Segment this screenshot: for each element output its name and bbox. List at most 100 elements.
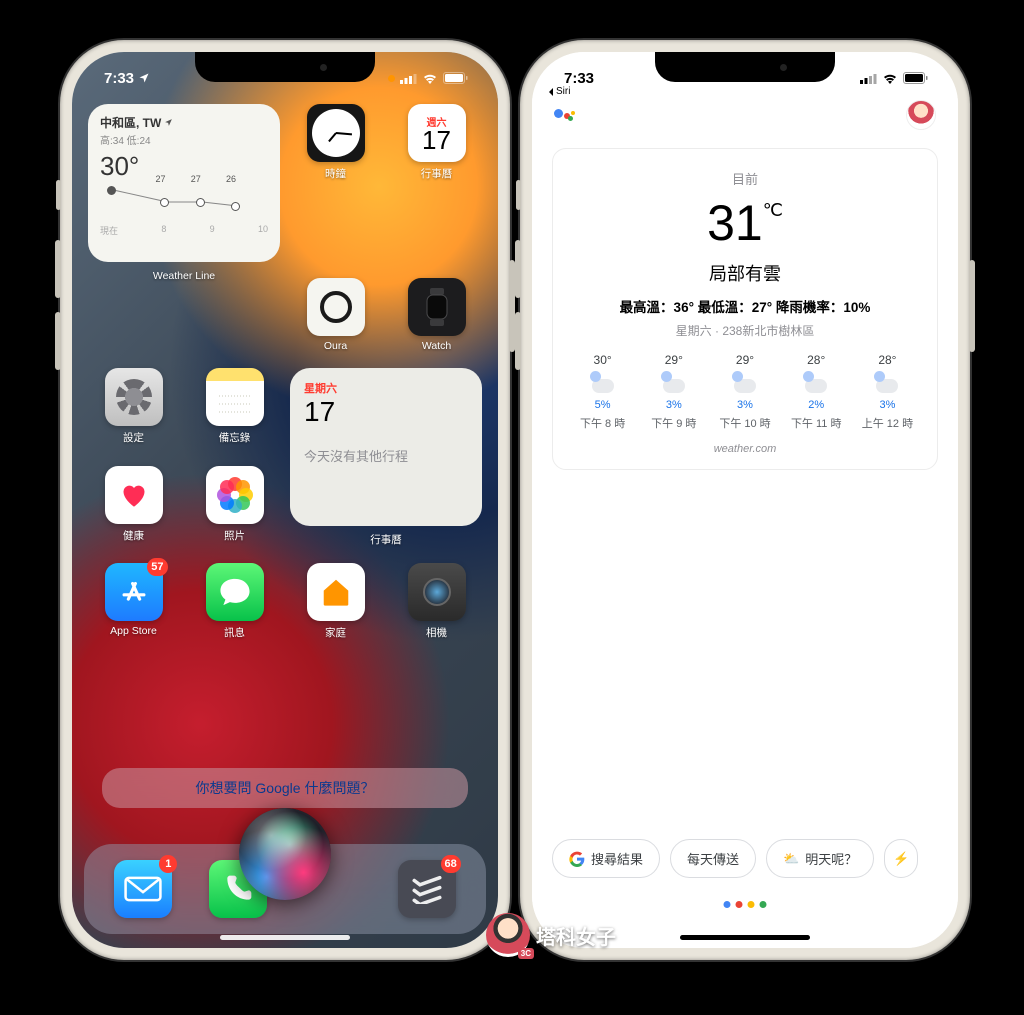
chip-label: 明天呢？ xyxy=(805,849,857,868)
chip-label: 搜尋結果 xyxy=(591,849,643,868)
battery-icon xyxy=(443,72,468,84)
cal-widget-day: 星期六 xyxy=(304,380,468,396)
app-photos[interactable]: 照片 xyxy=(189,466,280,548)
lightning-icon: ⚡ xyxy=(893,851,909,867)
notes-icon xyxy=(217,392,253,416)
battery-icon xyxy=(903,72,928,84)
profile-avatar[interactable] xyxy=(906,100,936,130)
status-time: 7:33 xyxy=(564,70,594,87)
message-icon xyxy=(217,576,253,608)
volume-up-button[interactable] xyxy=(515,240,521,298)
cal-widget-date: 17 xyxy=(304,396,468,428)
badge: 57 xyxy=(147,558,167,576)
siri-prompt[interactable]: 你想要問 Google 什麼問題？ xyxy=(102,768,468,808)
weather-chart: 27 27 26 xyxy=(100,186,268,218)
forecast-hour: 29°3%下午 10 時 xyxy=(711,353,778,431)
suggestion-chips: 搜尋結果 每天傳送 ⛅明天呢？ ⚡ xyxy=(532,839,958,878)
location-arrow-icon xyxy=(164,118,173,127)
volume-down-button[interactable] xyxy=(515,312,521,370)
wifi-icon xyxy=(882,72,898,84)
camera-lens-icon xyxy=(423,578,451,606)
google-assistant-screen: 7:33 Siri 目前 31℃ 局 xyxy=(532,52,958,948)
app-label: 健康 xyxy=(123,528,144,543)
watermark-avatar-icon xyxy=(486,913,530,957)
assistant-listening-icon[interactable] xyxy=(724,901,767,908)
clock-face-icon xyxy=(312,109,360,157)
cal-widget-empty: 今天沒有其他行程 xyxy=(304,446,468,465)
badge: 1 xyxy=(159,855,177,873)
partly-cloudy-night-icon xyxy=(588,373,618,393)
app-settings[interactable]: 設定 xyxy=(88,368,179,450)
chip-daily-send[interactable]: 每天傳送 xyxy=(670,839,756,878)
app-health[interactable]: 健康 xyxy=(88,466,179,548)
app-notes[interactable]: 備忘錄 xyxy=(189,368,280,450)
app-oura[interactable]: Oura xyxy=(290,278,381,352)
weather-source: weather.com xyxy=(569,443,921,455)
silence-switch[interactable] xyxy=(516,180,521,210)
silence-switch[interactable] xyxy=(56,180,61,210)
weather-location: 中和區, TW xyxy=(100,114,161,131)
app-watch[interactable]: Watch xyxy=(391,278,482,352)
google-icon xyxy=(569,851,585,867)
power-button[interactable] xyxy=(969,260,975,352)
app-appstore[interactable]: 57App Store xyxy=(88,563,179,640)
forecast-hour: 29°3%下午 9 時 xyxy=(640,353,707,431)
app-messages[interactable]: 訊息 xyxy=(189,563,280,640)
forecast-hour: 28°3%上午 12 時 xyxy=(854,353,921,431)
calendar-widget[interactable]: 星期六 17 今天沒有其他行程 xyxy=(290,368,482,526)
home-indicator[interactable] xyxy=(220,935,350,940)
heart-icon xyxy=(120,482,148,508)
widget-label: 行事曆 xyxy=(290,532,482,547)
wifi-icon xyxy=(422,72,438,84)
badge: 68 xyxy=(441,855,461,873)
app-label: App Store xyxy=(110,625,157,637)
app-home[interactable]: 家庭 xyxy=(290,563,381,640)
photos-flower-icon xyxy=(216,476,254,514)
location-icon xyxy=(138,72,150,84)
status-time: 7:33 xyxy=(104,70,134,87)
back-to-siri[interactable]: Siri xyxy=(548,86,570,97)
assistant-logo-icon xyxy=(554,109,573,121)
watermark-text: 塔科女子 xyxy=(536,921,616,950)
ring-icon xyxy=(320,291,352,323)
chip-more[interactable]: ⚡ xyxy=(884,839,918,878)
weather-card[interactable]: 目前 31℃ 局部有雲 最高溫：36° 最低溫：27° 降雨機率：10% 星期六… xyxy=(552,148,938,470)
app-camera[interactable]: 相機 xyxy=(391,563,482,640)
app-label: 時鐘 xyxy=(325,166,346,181)
app-label: 備忘錄 xyxy=(219,430,251,445)
app-todoist[interactable]: 68 xyxy=(398,860,456,918)
siri-orb[interactable] xyxy=(239,808,331,900)
volume-up-button[interactable] xyxy=(55,240,61,298)
notch xyxy=(655,52,835,82)
todoist-icon xyxy=(410,874,444,904)
condition: 局部有雲 xyxy=(569,260,921,286)
now-label: 目前 xyxy=(569,169,921,188)
app-calendar-small[interactable]: 週六17行事曆 xyxy=(391,104,482,262)
hourly-forecast: 30°5%下午 8 時 29°3%下午 9 時 29°3%下午 10 時 28°… xyxy=(569,353,921,431)
home-screen[interactable]: 7:33 中和區, TW 高:34 低:24 30° xyxy=(72,52,498,948)
app-mail[interactable]: 1 xyxy=(114,860,172,918)
chip-search-results[interactable]: 搜尋結果 xyxy=(552,839,660,878)
forecast-hour: 28°2%下午 11 時 xyxy=(783,353,850,431)
home-indicator[interactable] xyxy=(680,935,810,940)
partly-cloudy-night-icon xyxy=(872,373,902,393)
chevron-left-icon xyxy=(548,88,554,96)
app-clock[interactable]: 時鐘 xyxy=(290,104,381,262)
weather-highlow: 高:34 低:24 xyxy=(100,132,268,147)
widget-label: Weather Line xyxy=(153,270,215,282)
mail-icon xyxy=(124,876,162,902)
cellular-icon xyxy=(860,73,877,84)
weather-temp: 30° xyxy=(100,151,268,182)
app-label: 相機 xyxy=(426,625,447,640)
weather-widget[interactable]: 中和區, TW 高:34 低:24 30° 27 27 26 現在 8 9 xyxy=(88,104,280,262)
volume-down-button[interactable] xyxy=(55,312,61,370)
watermark: 塔科女子 xyxy=(486,913,616,957)
weather-stats: 最高溫：36° 最低溫：27° 降雨機率：10% xyxy=(569,296,921,316)
chip-tomorrow[interactable]: ⛅明天呢？ xyxy=(766,839,874,878)
iphone-right: 7:33 Siri 目前 31℃ 局 xyxy=(520,40,970,960)
notch xyxy=(195,52,375,82)
partly-cloudy-night-icon xyxy=(659,373,689,393)
app-label: Oura xyxy=(324,340,347,352)
assistant-header xyxy=(532,92,958,130)
partly-cloudy-night-icon xyxy=(730,373,760,393)
